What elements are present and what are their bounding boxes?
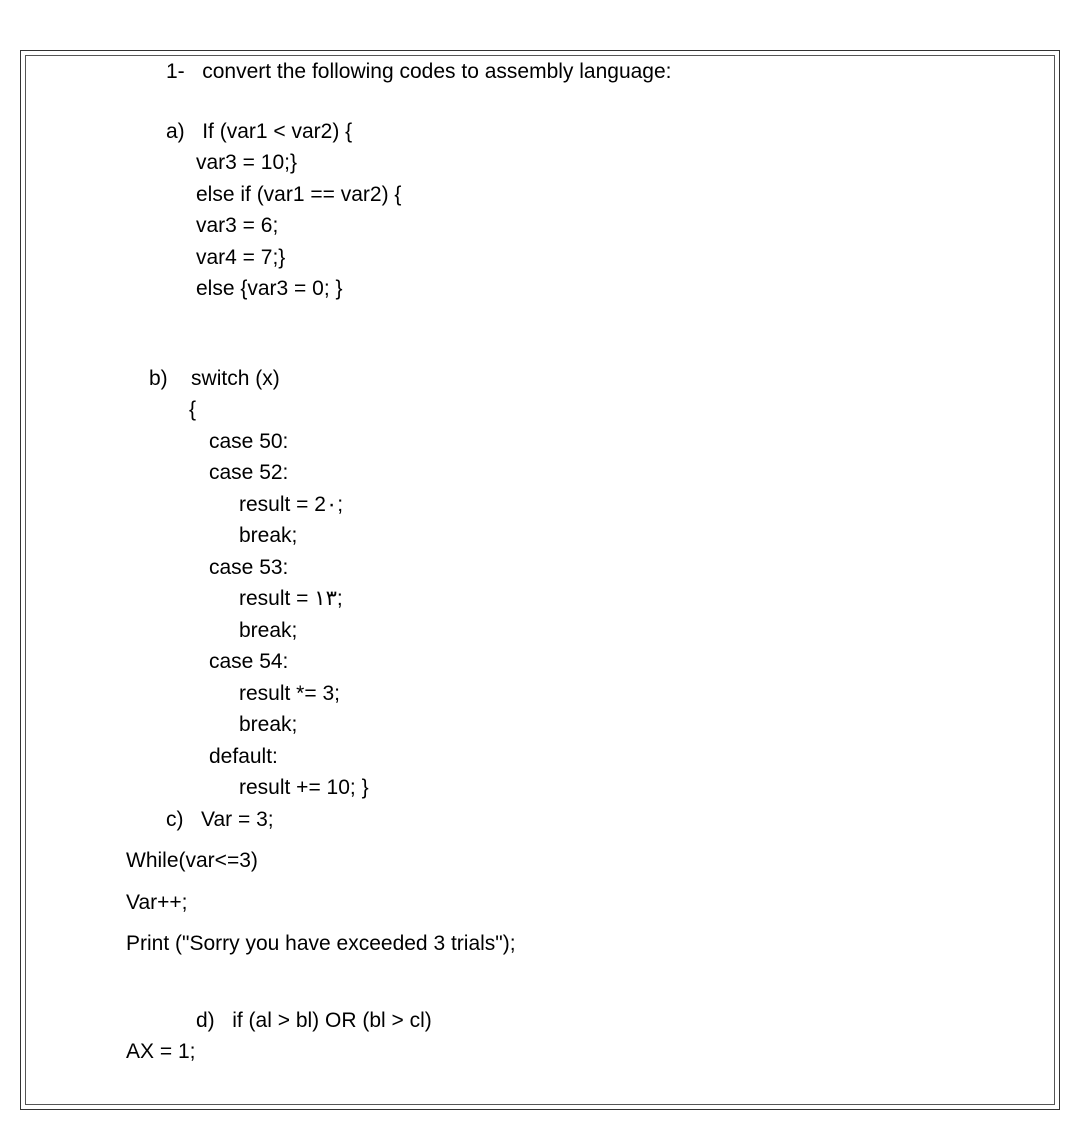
- document-content: 1- convert the following codes to assemb…: [25, 55, 1055, 1105]
- code-line: if (al > bl) OR (bl > cl): [232, 1009, 432, 1032]
- part-c-first-line: c) Var = 3;: [166, 804, 954, 836]
- code-line: result = ١٣;: [239, 583, 954, 615]
- part-a-first-line: a) If (var1 < var2) {: [166, 116, 954, 148]
- code-line: case 50:: [209, 426, 954, 458]
- part-c-label: c): [166, 808, 184, 831]
- part-b-first-line: b) switch (x): [149, 363, 954, 395]
- question-header: 1- convert the following codes to assemb…: [166, 56, 954, 88]
- code-line: var4 = 7;}: [196, 242, 954, 274]
- question-number: 1-: [166, 60, 185, 83]
- code-line: Var++;: [126, 887, 954, 919]
- code-line: AX = 1;: [126, 1036, 954, 1068]
- part-c: c) Var = 3;: [166, 804, 954, 836]
- code-line: case 52:: [209, 457, 954, 489]
- code-line: default:: [209, 741, 954, 773]
- code-line: While(var<=3): [126, 845, 954, 877]
- code-line: case 54:: [209, 646, 954, 678]
- code-line: var3 = 10;}: [196, 147, 954, 179]
- code-line: If (var1 < var2) {: [202, 120, 352, 143]
- part-b-label: b): [149, 367, 168, 390]
- code-line: break;: [239, 615, 954, 647]
- code-line: else if (var1 == var2) {: [196, 179, 954, 211]
- code-line: Print ("Sorry you have exceeded 3 trials…: [126, 928, 954, 960]
- question-prompt: convert the following codes to assembly …: [202, 60, 671, 83]
- code-line: Var = 3;: [201, 808, 274, 831]
- code-line: break;: [239, 520, 954, 552]
- code-line: result += 10; }: [239, 772, 954, 804]
- part-a: a) If (var1 < var2) { var3 = 10;} else i…: [166, 116, 954, 305]
- code-line: result *= 3;: [239, 678, 954, 710]
- page-border: 1- convert the following codes to assemb…: [20, 50, 1060, 1110]
- code-line: else {var3 = 0; }: [196, 273, 954, 305]
- code-line: break;: [239, 709, 954, 741]
- part-b: b) switch (x) { case 50: case 52: result…: [149, 363, 954, 804]
- part-d-label: d): [196, 1009, 215, 1032]
- code-line: case 53:: [209, 552, 954, 584]
- code-line: var3 = 6;: [196, 210, 954, 242]
- code-line: switch (x): [191, 367, 280, 390]
- code-line: {: [189, 394, 954, 426]
- code-line: result = 2٠;: [239, 489, 954, 521]
- part-d: d) if (al > bl) OR (bl > cl): [196, 1005, 954, 1037]
- part-a-label: a): [166, 120, 185, 143]
